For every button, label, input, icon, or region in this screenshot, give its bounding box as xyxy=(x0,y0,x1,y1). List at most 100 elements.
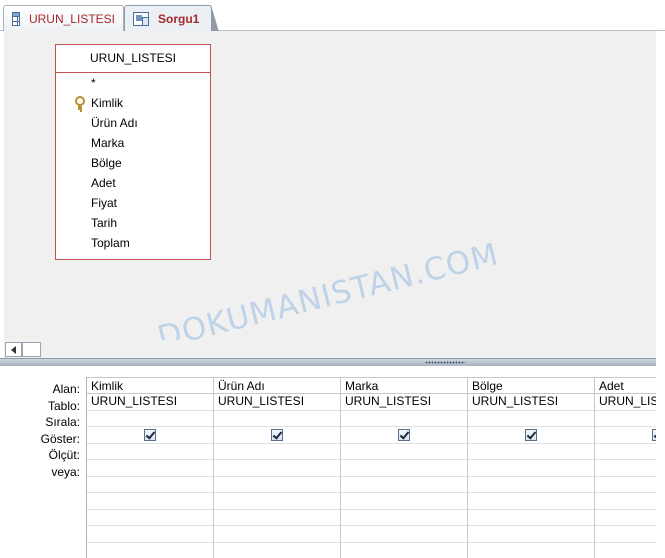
field-list-urun-listesi[interactable]: URUN_LISTESI * Kimlik Ürün Adı Marka Böl… xyxy=(55,44,211,260)
field-cell[interactable]: Ürün Adı xyxy=(214,377,340,394)
criteria-cell[interactable] xyxy=(468,444,594,460)
or-criteria-cell[interactable] xyxy=(468,460,594,477)
field-cell[interactable]: Marka xyxy=(341,377,467,394)
sort-cell[interactable] xyxy=(468,411,594,427)
grid-column: Ürün Adı URUN_LISTESI xyxy=(214,377,341,558)
show-checkbox[interactable] xyxy=(144,429,156,441)
or-criteria-cell[interactable] xyxy=(468,477,594,493)
field-item-fiyat[interactable]: Fiyat xyxy=(56,194,210,214)
sort-cell[interactable] xyxy=(595,411,656,427)
query-design-grid: Alan: Tablo: Sırala: Göster: Ölçüt: veya… xyxy=(0,366,656,558)
or-criteria-cell[interactable] xyxy=(87,526,213,543)
table-cell[interactable]: URUN_LISTESI xyxy=(214,394,340,411)
or-criteria-cell[interactable] xyxy=(341,460,467,477)
sort-cell[interactable] xyxy=(87,411,213,427)
pane-splitter[interactable] xyxy=(0,358,656,366)
table-cell[interactable]: URUN_LISTESI xyxy=(341,394,467,411)
or-criteria-cell[interactable] xyxy=(87,543,213,558)
field-cell[interactable]: Kimlik xyxy=(87,377,213,394)
or-criteria-cell[interactable] xyxy=(87,477,213,493)
sort-cell[interactable] xyxy=(214,411,340,427)
or-criteria-cell[interactable] xyxy=(468,543,594,558)
field-item-all[interactable]: * xyxy=(56,74,210,94)
or-criteria-cell[interactable] xyxy=(341,543,467,558)
or-criteria-cell[interactable] xyxy=(595,526,656,543)
tab-sorgu1[interactable]: Sorgu1 xyxy=(124,5,219,32)
or-criteria-cell[interactable] xyxy=(468,493,594,510)
or-criteria-cell[interactable] xyxy=(214,526,340,543)
tab-label: URUN_LISTESI xyxy=(28,11,115,26)
row-label-goster: Göster: xyxy=(40,431,80,446)
show-cell xyxy=(87,427,213,444)
right-edge xyxy=(656,31,665,558)
splitter-grip-icon[interactable] xyxy=(425,361,465,364)
show-cell xyxy=(595,427,656,444)
or-criteria-cell[interactable] xyxy=(214,493,340,510)
or-criteria-cell[interactable] xyxy=(341,510,467,526)
field-item-marka[interactable]: Marka xyxy=(56,134,210,154)
field-item-toplam[interactable]: Toplam xyxy=(56,234,210,254)
or-criteria-cell[interactable] xyxy=(87,460,213,477)
grid-column: AdetURUN_LISTESI xyxy=(595,377,656,558)
criteria-cell[interactable] xyxy=(595,444,656,460)
or-criteria-cell[interactable] xyxy=(214,543,340,558)
scroll-thumb[interactable] xyxy=(22,342,41,357)
or-criteria-cell[interactable] xyxy=(87,510,213,526)
field-cell[interactable]: Adet xyxy=(595,377,656,394)
criteria-cell[interactable] xyxy=(87,444,213,460)
field-item-kimlik[interactable]: Kimlik xyxy=(56,94,210,114)
criteria-cell[interactable] xyxy=(214,444,340,460)
field-item-urun-adi[interactable]: Ürün Adı xyxy=(56,114,210,134)
tab-urun-listesi[interactable]: URUN_LISTESI xyxy=(3,5,124,31)
grid-column: Kimlik URUN_LISTESI xyxy=(87,377,214,558)
sort-cell[interactable] xyxy=(341,411,467,427)
or-criteria-cell[interactable] xyxy=(595,510,656,526)
grid-columns: Kimlik URUN_LISTESI Ürün Adı URUN_LISTESI Ma… xyxy=(86,377,656,558)
or-criteria-cell[interactable] xyxy=(595,477,656,493)
row-label-sirala: Sırala: xyxy=(45,415,80,429)
field-item-adet[interactable]: Adet xyxy=(56,174,210,194)
horizontal-scrollbar[interactable] xyxy=(4,340,656,358)
or-criteria-cell[interactable] xyxy=(595,460,656,477)
show-checkbox[interactable] xyxy=(271,429,283,441)
document-tab-bar: URUN_LISTESI Sorgu1 xyxy=(0,0,665,32)
or-criteria-cell[interactable] xyxy=(595,543,656,558)
show-checkbox[interactable] xyxy=(398,429,410,441)
field-list: * Kimlik Ürün Adı Marka Bölge Adet Fiyat… xyxy=(56,73,210,254)
table-cell[interactable]: URUN_LISTESI xyxy=(87,394,213,411)
or-criteria-cell[interactable] xyxy=(214,460,340,477)
or-criteria-cell[interactable] xyxy=(468,510,594,526)
table-icon xyxy=(12,11,20,26)
table-cell[interactable]: URUN_LISTESI xyxy=(468,394,594,411)
or-criteria-cell[interactable] xyxy=(341,526,467,543)
or-criteria-cell[interactable] xyxy=(87,493,213,510)
row-label-veya: veya: xyxy=(51,464,80,479)
row-label-tablo: Tablo: xyxy=(47,398,80,413)
field-list-title[interactable]: URUN_LISTESI xyxy=(56,45,210,73)
show-cell xyxy=(214,427,340,444)
tab-label: Sorgu1 xyxy=(158,12,200,26)
show-cell xyxy=(468,427,594,444)
query-design-pane[interactable]: URUN_LISTESI * Kimlik Ürün Adı Marka Böl… xyxy=(4,31,656,340)
grid-row-labels: Alan: Tablo: Sırala: Göster: Ölçüt: veya… xyxy=(0,381,84,480)
primary-key-icon xyxy=(74,96,85,110)
grid-column: Marka URUN_LISTESI xyxy=(341,377,468,558)
or-criteria-cell[interactable] xyxy=(341,493,467,510)
scroll-left-button[interactable] xyxy=(5,342,22,357)
field-item-bolge[interactable]: Bölge xyxy=(56,154,210,174)
show-checkbox[interactable] xyxy=(525,429,537,441)
show-checkbox[interactable] xyxy=(652,429,656,441)
field-item-tarih[interactable]: Tarih xyxy=(56,214,210,234)
grid-column: Bölge URUN_LISTESI xyxy=(468,377,595,558)
criteria-cell[interactable] xyxy=(341,444,467,460)
or-criteria-cell[interactable] xyxy=(214,510,340,526)
query-icon xyxy=(133,12,149,26)
row-label-olcut: Ölçüt: xyxy=(48,448,80,462)
table-cell[interactable]: URUN_LISTESI xyxy=(595,394,656,411)
or-criteria-cell[interactable] xyxy=(468,526,594,543)
show-cell xyxy=(341,427,467,444)
or-criteria-cell[interactable] xyxy=(595,493,656,510)
or-criteria-cell[interactable] xyxy=(214,477,340,493)
field-cell[interactable]: Bölge xyxy=(468,377,594,394)
or-criteria-cell[interactable] xyxy=(341,477,467,493)
